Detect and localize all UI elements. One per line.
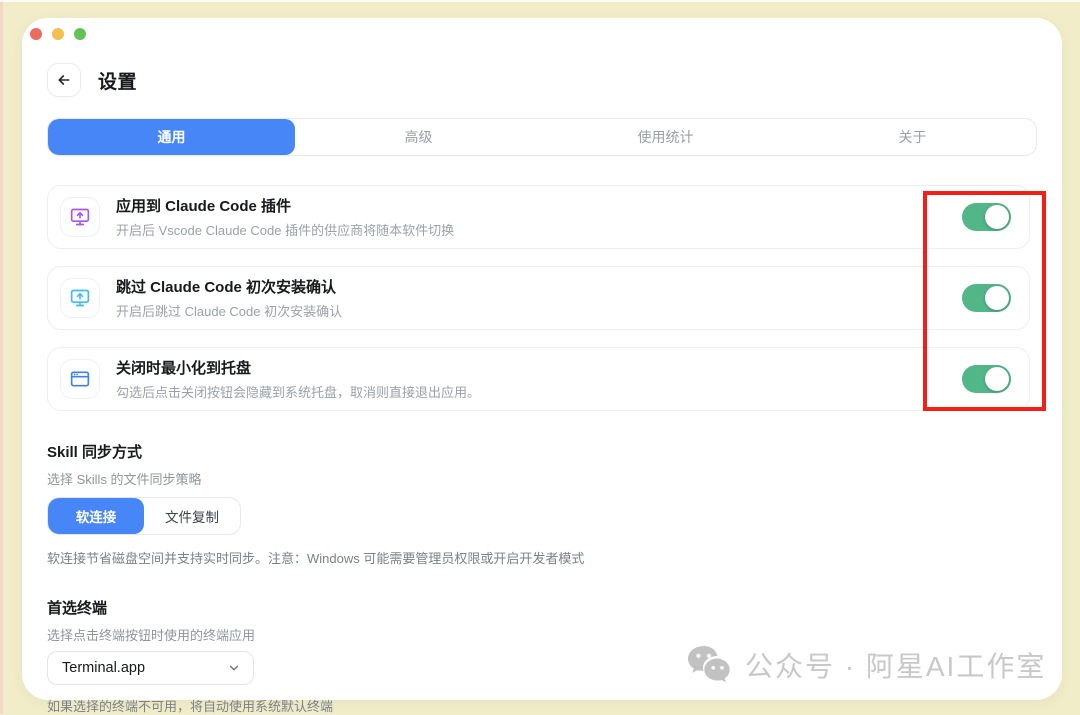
skill-sync-subtitle: 选择 Skills 的文件同步策略	[47, 469, 1037, 488]
segment-file-copy[interactable]: 文件复制	[144, 498, 240, 534]
card-title: 关闭时最小化到托盘	[116, 357, 480, 378]
watermark: 公众号 · 阿星AI工作室	[686, 644, 1046, 686]
skill-sync-note: 软连接节省磁盘空间并支持实时同步。注意：Windows 可能需要管理员权限或开启…	[47, 548, 1037, 567]
toggle-knob	[985, 205, 1009, 229]
terminal-select-value: Terminal.app	[62, 660, 145, 676]
card-title: 跳过 Claude Code 初次安装确认	[116, 276, 342, 297]
card-description: 开启后 Vscode Claude Code 插件的供应商将随本软件切换	[116, 220, 454, 239]
monitor-up-icon	[60, 197, 100, 237]
card-apply-claude-code-plugin: 应用到 Claude Code 插件 开启后 Vscode Claude Cod…	[47, 185, 1030, 249]
card-title: 应用到 Claude Code 插件	[116, 195, 454, 216]
page-header: 设置	[47, 63, 1037, 97]
card-description: 勾选后点击关闭按钮会隐藏到系统托盘，取消则直接退出应用。	[116, 382, 480, 401]
arrow-left-icon	[56, 72, 72, 88]
segment-symlink[interactable]: 软连接	[48, 498, 144, 534]
tab-bar: 通用 高级 使用统计 关于	[47, 118, 1037, 156]
minimize-window-icon[interactable]	[52, 28, 64, 40]
preferred-terminal-note: 如果选择的终端不可用，将自动使用系统默认终端	[47, 696, 1037, 715]
chevron-down-icon	[227, 661, 241, 675]
tab-about[interactable]: 关于	[789, 119, 1036, 155]
settings-window: 设置 通用 高级 使用统计 关于 应用到 Claude Code 插件 开启后 …	[22, 18, 1062, 700]
toggle-switch[interactable]	[962, 284, 1011, 312]
terminal-select[interactable]: Terminal.app	[47, 651, 254, 685]
page-title: 设置	[98, 67, 137, 94]
toggle-switch[interactable]	[962, 365, 1011, 393]
app-window-icon	[60, 359, 100, 399]
tab-general[interactable]: 通用	[48, 119, 295, 155]
traffic-lights	[30, 28, 86, 40]
monitor-up-icon	[60, 278, 100, 318]
back-button[interactable]	[47, 63, 81, 97]
preferred-terminal-subtitle: 选择点击终端按钮时使用的终端应用	[47, 625, 1037, 644]
card-minimize-to-tray: 关闭时最小化到托盘 勾选后点击关闭按钮会隐藏到系统托盘，取消则直接退出应用。	[47, 347, 1030, 411]
close-window-icon[interactable]	[30, 28, 42, 40]
wechat-icon	[686, 644, 732, 686]
skill-sync-title: Skill 同步方式	[47, 441, 1037, 462]
toggle-card-list: 应用到 Claude Code 插件 开启后 Vscode Claude Cod…	[47, 185, 1037, 411]
tab-advanced[interactable]: 高级	[295, 119, 542, 155]
toggle-switch[interactable]	[962, 203, 1011, 231]
preferred-terminal-title: 首选终端	[47, 597, 1037, 618]
toggle-knob	[985, 367, 1009, 391]
zoom-window-icon[interactable]	[74, 28, 86, 40]
card-skip-claude-code-install-confirm: 跳过 Claude Code 初次安装确认 开启后跳过 Claude Code …	[47, 266, 1030, 330]
toggle-knob	[985, 286, 1009, 310]
watermark-text: 公众号 · 阿星AI工作室	[745, 645, 1046, 685]
settings-content: 设置 通用 高级 使用统计 关于 应用到 Claude Code 插件 开启后 …	[22, 18, 1062, 700]
skill-sync-section: Skill 同步方式 选择 Skills 的文件同步策略 软连接 文件复制 软连…	[47, 441, 1037, 567]
skill-sync-segmented-control: 软连接 文件复制	[47, 497, 241, 535]
card-description: 开启后跳过 Claude Code 初次安装确认	[116, 301, 342, 320]
tab-usage-stats[interactable]: 使用统计	[542, 119, 789, 155]
